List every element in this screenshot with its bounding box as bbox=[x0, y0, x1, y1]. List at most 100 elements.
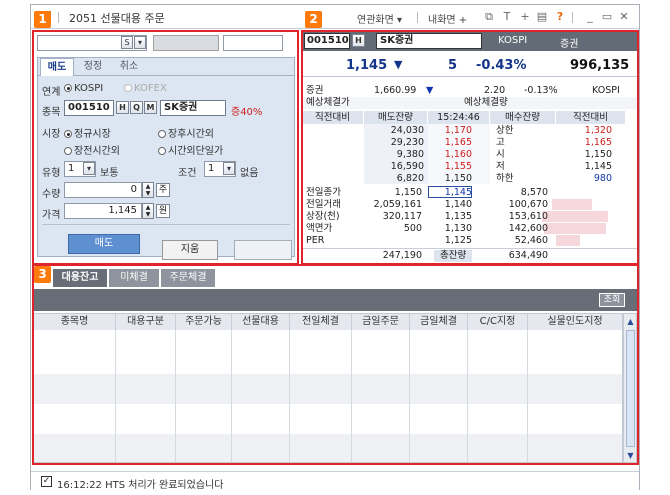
bid-price[interactable]: 1,140 bbox=[428, 199, 472, 211]
print-icon[interactable]: ▤ bbox=[536, 10, 548, 23]
ask-qty: 9,380 bbox=[396, 149, 424, 160]
my-screen-menu[interactable]: 내화면 + bbox=[428, 11, 467, 26]
divider bbox=[42, 224, 290, 225]
stock-code-input[interactable]: 001510 bbox=[64, 100, 114, 116]
scroll-up-icon[interactable]: ▲ bbox=[625, 316, 636, 327]
grid-header[interactable]: 종목명 bbox=[34, 314, 116, 330]
status-message: 16:12:22 HTS 처리가 완료되었습니다 bbox=[57, 480, 224, 491]
bid-price[interactable]: 1,145 bbox=[428, 187, 472, 199]
ask-qty: 16,590 bbox=[390, 161, 424, 172]
new-window-icon[interactable]: ⧉ bbox=[483, 10, 495, 24]
price-input[interactable]: 1,145 bbox=[64, 203, 142, 219]
quantity-label: 수량 bbox=[42, 189, 61, 200]
bid-qty: 8,570 bbox=[520, 187, 548, 198]
add-icon[interactable]: + bbox=[519, 10, 531, 23]
radio-single-price[interactable]: 시간외단일가 bbox=[158, 142, 223, 157]
account-s-button[interactable]: S bbox=[121, 36, 133, 49]
grid-header[interactable]: 전일체결 bbox=[290, 314, 352, 330]
radio-regular-market[interactable]: 정규시장 bbox=[64, 125, 111, 140]
stock-h-button[interactable]: H bbox=[116, 101, 129, 114]
quote-sector-label: 증권 bbox=[560, 39, 579, 50]
sector-change: 2.20 bbox=[484, 85, 506, 96]
ask-qty: 6,820 bbox=[396, 173, 424, 184]
bid-qty: 153,610 bbox=[508, 211, 548, 222]
radio-kofex[interactable]: KOFEX bbox=[124, 83, 167, 94]
quantity-unit-button[interactable]: 주 bbox=[156, 183, 170, 197]
order-tabs: 매도 정정 취소 bbox=[38, 58, 294, 76]
bid-price[interactable]: 1,130 bbox=[428, 223, 472, 235]
ask-side-label: 고 bbox=[496, 137, 505, 148]
ask-price[interactable]: 1,160 bbox=[428, 149, 472, 161]
quote-h-button[interactable]: H bbox=[352, 34, 365, 47]
quote-code-input[interactable]: 001510 bbox=[304, 33, 350, 49]
title-bar: 2051 선물대용 주문 연관화면 ▾ 내화면 + ⧉ T + ▤ ? _ ▭ … bbox=[31, 5, 639, 29]
quantity-input[interactable]: 0 bbox=[64, 182, 142, 198]
ask-qty: 24,030 bbox=[390, 125, 424, 136]
price-unit-button[interactable]: 원 bbox=[156, 204, 170, 218]
bid-price[interactable]: 1,135 bbox=[428, 211, 472, 223]
check-icon[interactable]: ✓ bbox=[41, 476, 52, 487]
linked-screen-menu[interactable]: 연관화면 ▾ bbox=[357, 11, 402, 26]
ask-price[interactable]: 1,170 bbox=[428, 125, 472, 137]
order-panel: S ▾ 매도 정정 취소 연계 KOSPI KOFEX 종목 001510 H … bbox=[33, 31, 297, 263]
password-input[interactable] bbox=[223, 35, 283, 51]
ask-side-label: 저 bbox=[496, 161, 505, 172]
reset-button[interactable]: 지움 bbox=[162, 240, 218, 260]
extra-field bbox=[234, 240, 292, 260]
order-book: 직전대비 매도잔량 15:24:46 매수잔량 직전대비 24,030 1,17… bbox=[302, 111, 637, 263]
order-window: 2051 선물대용 주문 연관화면 ▾ 내화면 + ⧉ T + ▤ ? _ ▭ … bbox=[30, 4, 640, 491]
account-name-field bbox=[153, 35, 219, 51]
ask-price[interactable]: 1,155 bbox=[428, 161, 472, 173]
restore-icon[interactable]: ▭ bbox=[601, 10, 613, 23]
grid-header[interactable]: 금일체결 bbox=[410, 314, 468, 330]
radio-kospi[interactable]: KOSPI bbox=[64, 83, 103, 94]
grid-header[interactable]: 금일주문 bbox=[352, 314, 410, 330]
bid-info-label: 전일종가 bbox=[306, 187, 341, 198]
grid-header[interactable]: C/C지정 bbox=[468, 314, 528, 330]
tab-substitute-balance[interactable]: 대용잔고 bbox=[53, 269, 107, 287]
bid-qty: 100,670 bbox=[508, 199, 548, 210]
scroll-down-icon[interactable]: ▼ bbox=[625, 450, 636, 461]
bid-info-value bbox=[364, 235, 422, 247]
radio-pre-market[interactable]: 장전시간외 bbox=[64, 142, 120, 157]
grid-header[interactable]: 대용구분 bbox=[116, 314, 176, 330]
bid-price[interactable]: 1,125 bbox=[428, 235, 472, 247]
text-icon[interactable]: T bbox=[501, 10, 513, 23]
scroll-thumb[interactable] bbox=[626, 330, 635, 447]
ask-price[interactable]: 1,165 bbox=[428, 137, 472, 149]
bid-qty: 52,460 bbox=[514, 235, 548, 246]
window-title: 2051 선물대용 주문 bbox=[69, 12, 165, 25]
expected-volume-label: 예상체결량 bbox=[464, 97, 508, 108]
tab-sell[interactable]: 매도 bbox=[40, 58, 74, 76]
close-icon[interactable]: ✕ bbox=[618, 10, 630, 23]
total-label: 총잔량 bbox=[434, 250, 473, 262]
tab-modify[interactable]: 정정 bbox=[76, 58, 110, 76]
help-icon[interactable]: ? bbox=[554, 10, 566, 23]
search-icon[interactable]: Q bbox=[130, 101, 143, 114]
price-stepper[interactable]: ▲ ▼ bbox=[142, 203, 154, 219]
grid-header[interactable]: 주문가능 bbox=[176, 314, 232, 330]
tab-cancel[interactable]: 취소 bbox=[112, 58, 146, 76]
sector-index: 1,660.99 bbox=[374, 85, 417, 96]
grid-header[interactable]: 실물인도지정 bbox=[528, 314, 622, 330]
quote-market-label: KOSPI bbox=[498, 35, 528, 46]
chevron-down-icon[interactable]: ▾ bbox=[83, 162, 95, 175]
grid-header[interactable]: 선물대용 bbox=[232, 314, 290, 330]
chevron-down-icon[interactable]: ▾ bbox=[223, 162, 235, 175]
ask-side-label: 상한 bbox=[496, 125, 514, 136]
bid-total: 634,490 bbox=[508, 250, 548, 261]
sell-button[interactable]: 매도 bbox=[68, 234, 140, 254]
minimize-icon[interactable]: _ bbox=[584, 10, 596, 23]
radio-after-hours[interactable]: 장후시간외 bbox=[158, 125, 214, 140]
tab-unfilled[interactable]: 미체결 bbox=[109, 269, 159, 287]
tab-order-fills[interactable]: 주문체결 bbox=[161, 269, 215, 287]
current-price: 1,145 bbox=[346, 58, 388, 73]
quote-stock-name: SK증권 bbox=[376, 33, 482, 49]
grid-scrollbar[interactable]: ▲ ▼ bbox=[623, 313, 637, 463]
ob-header-ask-qty: 매도잔량 bbox=[364, 111, 428, 124]
ask-price[interactable]: 1,150 bbox=[428, 173, 472, 185]
chevron-down-icon[interactable]: ▾ bbox=[134, 36, 146, 49]
quantity-stepper[interactable]: ▲ ▼ bbox=[142, 182, 154, 198]
stock-m-button[interactable]: M bbox=[144, 101, 157, 114]
query-button[interactable]: 조회 bbox=[599, 293, 625, 307]
